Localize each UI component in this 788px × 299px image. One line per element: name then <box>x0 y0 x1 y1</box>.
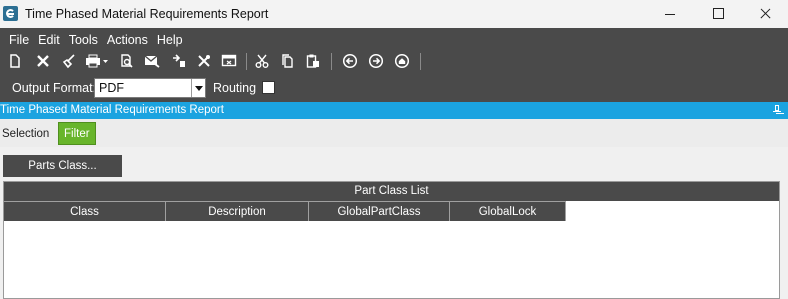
panel-title: Time Phased Material Requirements Report <box>0 104 224 116</box>
toolbar <box>0 50 788 72</box>
grid-header-row: Class Description GlobalPartClass Global… <box>4 201 566 221</box>
toolbar-separator <box>420 53 421 70</box>
output-format-value: PDF <box>99 81 124 95</box>
output-format-select[interactable]: PDF <box>94 78 206 98</box>
part-class-grid: Part Class List Class Description Global… <box>3 181 780 299</box>
window-title: Time Phased Material Requirements Report <box>25 7 269 21</box>
parts-class-button[interactable]: Parts Class... <box>3 155 122 177</box>
column-header-description[interactable]: Description <box>166 201 309 221</box>
forward-icon[interactable] <box>366 50 386 72</box>
menu-edit[interactable]: Edit <box>33 32 64 48</box>
menu-tools[interactable]: Tools <box>64 32 102 48</box>
menu-bar: File Edit Tools Actions Help <box>0 32 187 48</box>
email-icon[interactable] <box>142 50 162 72</box>
back-icon[interactable] <box>340 50 360 72</box>
menu-help[interactable]: Help <box>152 32 187 48</box>
maximize-button[interactable] <box>695 0 741 28</box>
copy-icon[interactable] <box>278 50 298 72</box>
routing-checkbox[interactable] <box>262 81 275 94</box>
toolbar-separator <box>246 53 247 70</box>
delete-icon[interactable] <box>33 50 53 72</box>
grid-caption: Part Class List <box>4 182 779 201</box>
new-icon[interactable] <box>5 50 25 72</box>
routing-label: Routing <box>213 81 257 95</box>
column-header-class[interactable]: Class <box>4 201 166 221</box>
home-icon[interactable] <box>392 50 412 72</box>
attach-icon[interactable] <box>169 50 189 72</box>
cut-icon[interactable] <box>252 50 272 72</box>
clear-icon[interactable] <box>59 50 79 72</box>
minimize-button[interactable] <box>647 0 693 28</box>
screen-icon[interactable] <box>219 50 239 72</box>
print-icon[interactable] <box>84 50 110 72</box>
filter-content: Parts Class... Part Class List Class Des… <box>0 147 788 299</box>
panel-header: Time Phased Material Requirements Report <box>0 102 788 119</box>
print-preview-icon[interactable] <box>116 50 136 72</box>
paste-icon[interactable] <box>303 50 323 72</box>
close-window-button[interactable] <box>742 0 788 28</box>
tab-selection[interactable]: Selection <box>2 124 49 145</box>
tools-icon[interactable] <box>194 50 214 72</box>
tab-filter[interactable]: Filter <box>58 122 96 145</box>
chevron-down-icon[interactable] <box>191 79 205 97</box>
app-logo-icon <box>3 6 18 21</box>
output-format-label: Output Format: <box>12 81 97 95</box>
options-row: Output Format: PDF Routing <box>0 77 788 99</box>
menu-actions[interactable]: Actions <box>102 32 152 48</box>
column-header-globallock[interactable]: GlobalLock <box>450 201 566 221</box>
pin-icon[interactable] <box>773 105 781 115</box>
tab-strip: Selection Filter <box>0 119 788 147</box>
toolbar-separator <box>331 53 332 70</box>
header-area: File Edit Tools Actions Help Output Form… <box>0 28 788 102</box>
title-bar: Time Phased Material Requirements Report <box>0 0 788 28</box>
column-header-globalpartclass[interactable]: GlobalPartClass <box>309 201 450 221</box>
menu-file[interactable]: File <box>0 32 33 48</box>
